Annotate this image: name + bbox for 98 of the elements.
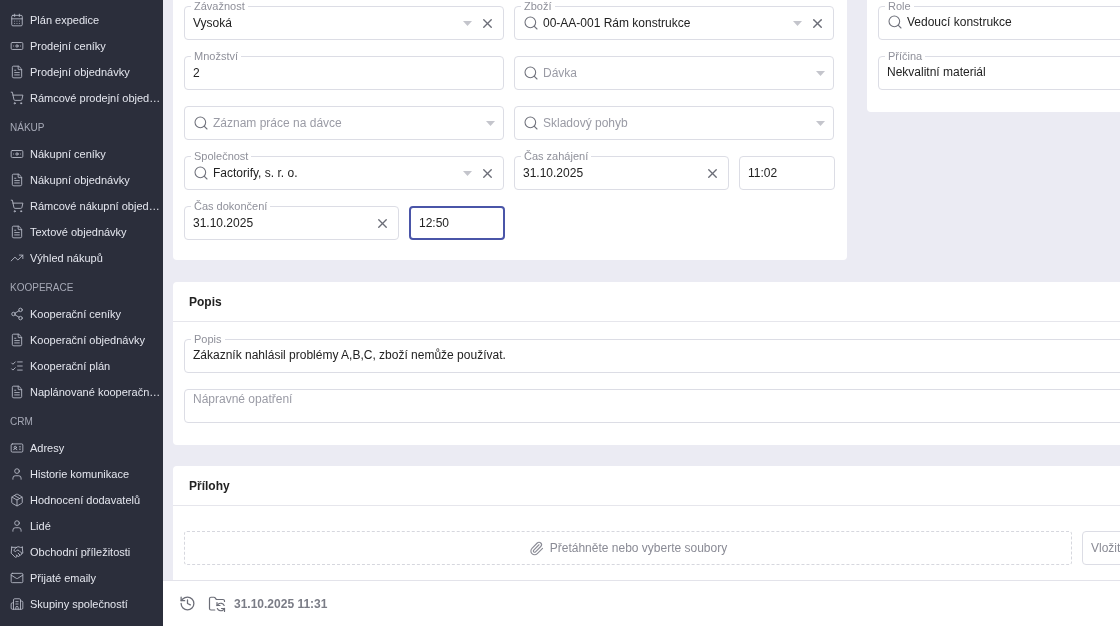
history-icon[interactable] (179, 595, 196, 612)
file-dropzone[interactable]: Přetáhněte nebo vyberte soubory (184, 531, 1072, 565)
field-label: Popis (193, 332, 223, 346)
sidebar-item[interactable]: Plán expedice (0, 7, 163, 33)
field-label: Role (887, 0, 912, 13)
search-icon (523, 115, 539, 131)
sidebar-item[interactable]: Lidé (0, 513, 163, 539)
field-value: 00-AA-001 Rám konstrukce (543, 15, 692, 32)
handshake-icon (10, 545, 24, 559)
dropdown-caret-icon (486, 120, 495, 126)
field-label: Příčina (887, 49, 924, 63)
field-label: Množství (193, 49, 239, 63)
sidebar-item[interactable]: Rámcové prodejní objed… (0, 85, 163, 111)
sidebar-item[interactable]: Prodejní objednávky (0, 59, 163, 85)
field-label: Závažnost (193, 0, 246, 13)
input-field[interactable]: Společnost Factorify, s. r. o. (184, 149, 504, 190)
sidebar-item[interactable]: Historie komunikace (0, 461, 163, 487)
field-value: 11:02 (748, 165, 779, 182)
input-field[interactable]: 12:50 (409, 206, 505, 240)
field-placeholder: Dávka (543, 65, 578, 82)
field-label: Společnost (193, 149, 250, 163)
dropdown-caret-icon (793, 20, 802, 26)
sidebar-item[interactable]: Naplánované kooperačn… (0, 379, 163, 405)
field-value: Vedoucí konstrukce (907, 14, 1013, 31)
folder-sync-icon[interactable] (208, 594, 226, 613)
document-icon (10, 65, 24, 79)
person-icon (10, 519, 24, 533)
field-value: 2 (193, 65, 201, 82)
checklist-icon (10, 359, 24, 373)
field-label: Zboží (523, 0, 553, 13)
document-icon (10, 173, 24, 187)
field-value: 12:50 (419, 215, 451, 232)
cart-icon (10, 199, 24, 213)
field-value: Zákazník nahlásil problémy A,B,C, zboží nemůže používat. (193, 347, 507, 364)
field-label: Čas zahájení (523, 149, 590, 163)
search-icon (193, 115, 209, 131)
dropdown-caret-icon (816, 70, 825, 76)
mail-icon (10, 571, 24, 585)
input-field[interactable]: Čas zahájení 31.10.2025 (514, 149, 729, 190)
building-icon (10, 597, 24, 611)
dropdown-caret-icon (816, 120, 825, 126)
sidebar-heading: NÁKUP (9, 120, 46, 135)
sidebar-item[interactable]: Přijaté emaily (0, 565, 163, 591)
input-field[interactable]: Množství 2 (184, 49, 504, 90)
field-value: Vysoká (193, 15, 233, 32)
sidebar-item[interactable]: Nákupní ceníky (0, 141, 163, 167)
input-field[interactable]: Role Vedoucí konstrukce (878, 0, 1120, 40)
dropdown-caret-icon (463, 20, 472, 26)
input-field[interactable]: Zboží 00-AA-001 Rám konstrukce (514, 0, 834, 40)
timestamp: 31.10.2025 11:31 (234, 595, 328, 613)
person-icon (10, 467, 24, 481)
cart-icon (10, 91, 24, 105)
paperclip-icon (528, 540, 544, 556)
field-value: 31.10.2025 (523, 165, 585, 182)
sidebar-heading: CRM (9, 414, 34, 429)
paste-button[interactable]: Vložit (1082, 531, 1120, 565)
banknote-icon (10, 147, 24, 161)
field-value: 31.10.2025 (193, 215, 255, 232)
document-icon (10, 333, 24, 347)
box-icon (10, 493, 24, 507)
sidebar-item[interactable]: Adresy (0, 435, 163, 461)
sidebar-heading: KOOPERACE (9, 280, 75, 295)
id-card-icon (10, 441, 24, 455)
share-icon (10, 307, 24, 321)
field-value: Nekvalitní materiál (887, 64, 987, 81)
sidebar-item[interactable]: Prodejní ceníky (0, 33, 163, 59)
document-icon (10, 385, 24, 399)
sidebar-item[interactable]: Výhled nákupů (0, 245, 163, 271)
field-label: Čas dokončení (193, 199, 269, 213)
sidebar-item[interactable]: Skupiny společností (0, 591, 163, 617)
field-placeholder: Skladový pohyb (543, 115, 629, 132)
sidebar-item[interactable]: Hodnocení dodavatelů (0, 487, 163, 513)
search-icon (193, 165, 209, 181)
sidebar-item[interactable]: Kooperační ceníky (0, 301, 163, 327)
input-field[interactable]: 11:02 (739, 156, 835, 190)
sidebar-item[interactable]: Kooperační objednávky (0, 327, 163, 353)
input-field[interactable]: Závažnost Vysoká (184, 0, 504, 40)
calendar-icon (10, 13, 24, 27)
input-field[interactable]: Čas dokončení 31.10.2025 (184, 199, 399, 240)
sidebar-item[interactable]: Kooperační plán (0, 353, 163, 379)
banknote-icon (10, 39, 24, 53)
dropzone-text: Přetáhněte nebo vyberte soubory (549, 540, 728, 557)
search-icon (523, 65, 539, 81)
sidebar-item[interactable]: Rámcové nákupní objed… (0, 193, 163, 219)
field-placeholder: Záznam práce na dávce (213, 115, 343, 132)
search-icon (523, 15, 539, 31)
section-title: Přílohy (189, 477, 230, 495)
input-field[interactable]: Popis Zákazník nahlásil problémy A,B,C, zboží nemůže používat. (184, 332, 1120, 373)
sidebar-item[interactable]: Obchodní příležitosti (0, 539, 163, 565)
field-value: Factorify, s. r. o. (213, 165, 299, 182)
dropdown-caret-icon (463, 170, 472, 176)
document-icon (10, 225, 24, 239)
field-placeholder: Nápravné opatření (193, 391, 294, 408)
sidebar-item[interactable]: Textové objednávky (0, 219, 163, 245)
section-title: Popis (189, 293, 222, 311)
sidebar-item[interactable]: Nákupní objednávky (0, 167, 163, 193)
search-icon (887, 14, 903, 30)
input-field[interactable]: Příčina Nekvalitní materiál (878, 49, 1120, 90)
